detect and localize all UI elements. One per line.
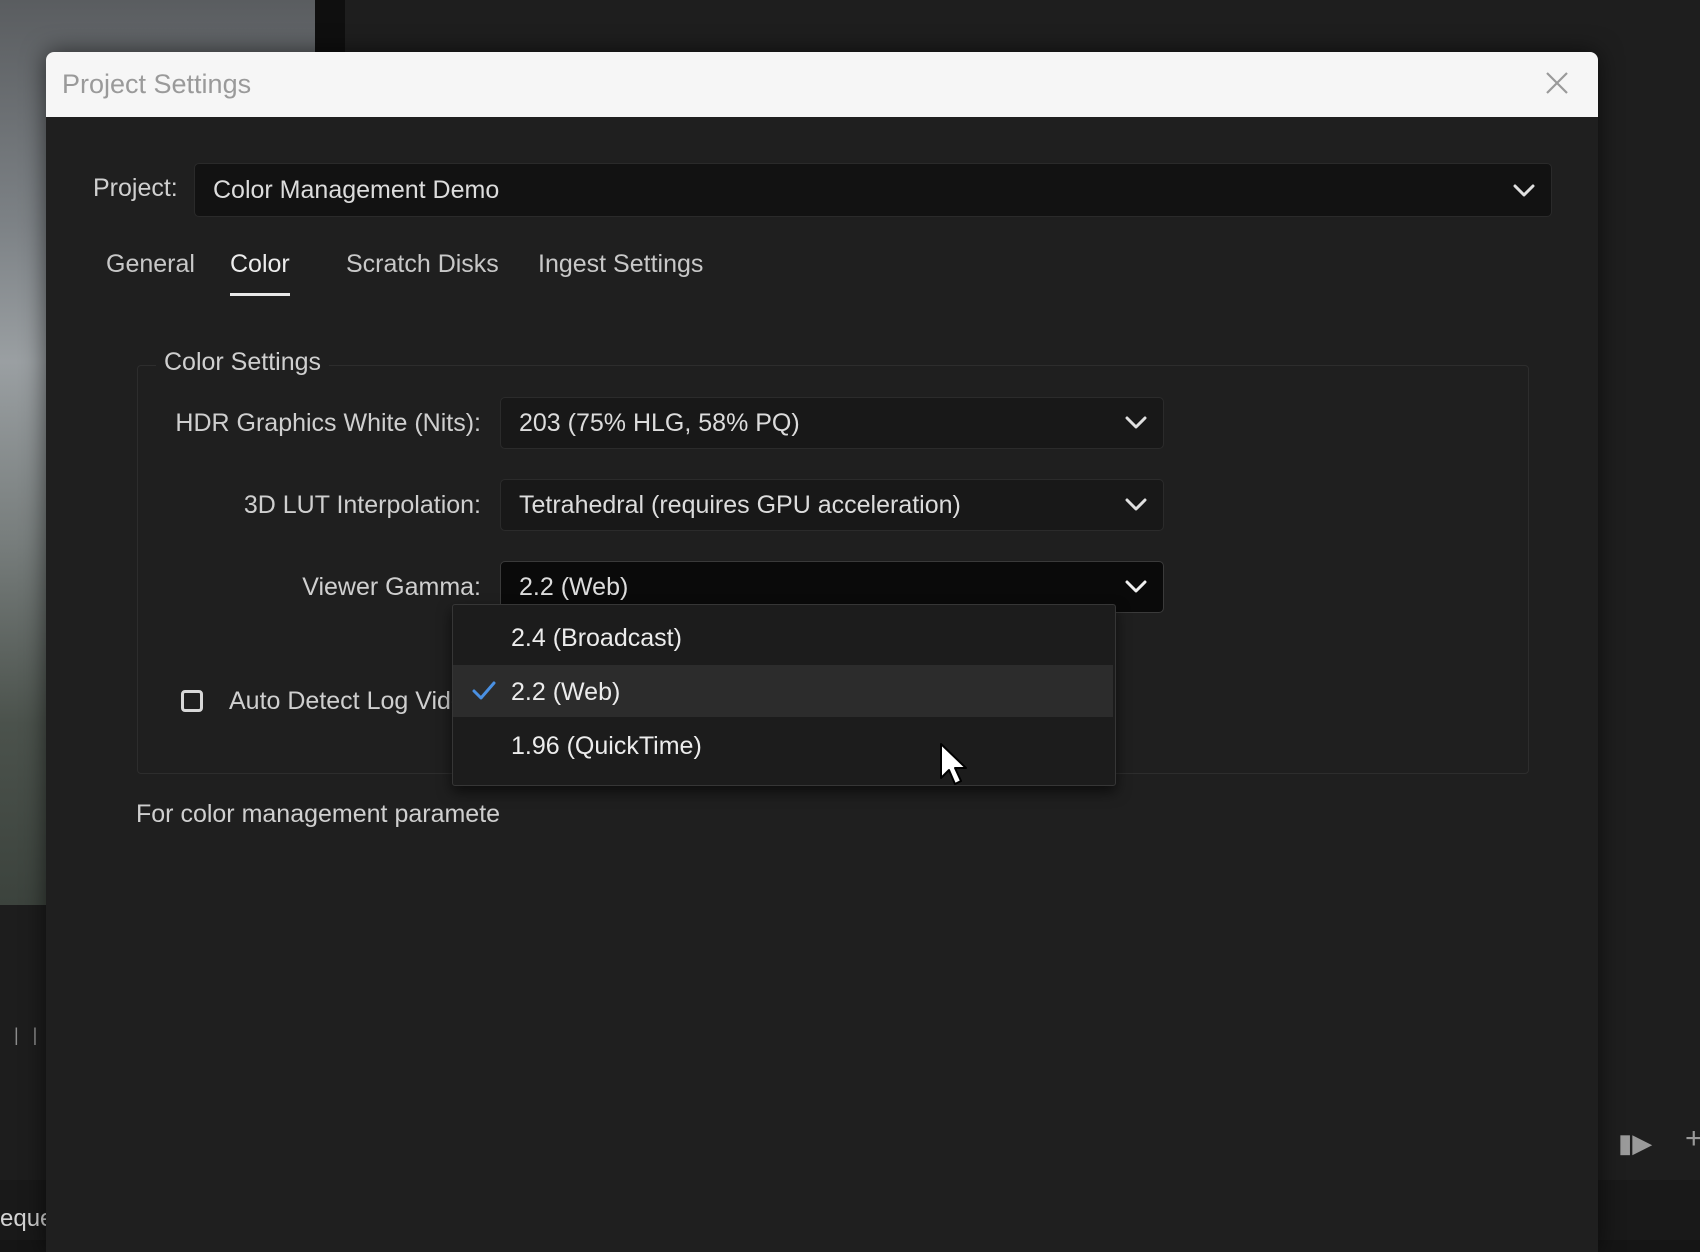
menu-item-quicktime[interactable]: 1.96 (QuickTime) xyxy=(453,719,1113,771)
lut-interpolation-dropdown[interactable]: Tetrahedral (requires GPU acceleration) xyxy=(500,479,1164,531)
viewer-gamma-menu: 2.4 (Broadcast) 2.2 (Web) 1.96 (QuickTim… xyxy=(452,604,1116,786)
tab-general-label: General xyxy=(106,250,195,278)
menu-item-label: 1.96 (QuickTime) xyxy=(511,732,702,760)
color-management-note: For color management paramete xyxy=(136,800,501,828)
step-forward-icon[interactable]: ▮▶ xyxy=(1618,1128,1652,1159)
close-button[interactable] xyxy=(1540,66,1574,100)
chevron-down-icon xyxy=(1125,416,1147,429)
viewer-gamma-value: 2.2 (Web) xyxy=(519,573,629,601)
auto-detect-log-checkbox[interactable] xyxy=(181,690,203,712)
hdr-white-dropdown[interactable]: 203 (75% HLG, 58% PQ) xyxy=(500,397,1164,449)
chevron-down-icon xyxy=(1125,498,1147,511)
viewer-gamma-label: Viewer Gamma: xyxy=(302,573,481,601)
color-settings-legend: Color Settings xyxy=(156,348,330,377)
dialog-titlebar: Project Settings xyxy=(46,52,1598,117)
lut-interpolation-value: Tetrahedral (requires GPU acceleration) xyxy=(519,491,961,519)
add-icon[interactable]: + xyxy=(1685,1122,1700,1156)
mouse-pointer-icon xyxy=(940,743,967,785)
tab-color-label: Color xyxy=(230,250,290,278)
hdr-white-label: HDR Graphics White (Nits): xyxy=(175,409,481,437)
tab-ingest-settings-label: Ingest Settings xyxy=(538,250,704,278)
tab-scratch-disks[interactable]: Scratch Disks xyxy=(346,250,499,279)
project-dropdown[interactable]: Color Management Demo xyxy=(194,163,1552,217)
menu-item-web[interactable]: 2.2 (Web) xyxy=(453,665,1113,717)
project-dropdown-value: Color Management Demo xyxy=(213,176,500,204)
close-icon xyxy=(1546,72,1568,94)
active-tab-indicator xyxy=(230,293,290,296)
tab-scratch-disks-label: Scratch Disks xyxy=(346,250,499,278)
checkmark-icon xyxy=(472,681,496,700)
hdr-white-value: 203 (75% HLG, 58% PQ) xyxy=(519,409,800,437)
tab-color[interactable]: Color xyxy=(230,250,290,296)
menu-item-broadcast[interactable]: 2.4 (Broadcast) xyxy=(453,611,1113,663)
tab-ingest-settings[interactable]: Ingest Settings xyxy=(538,250,703,279)
project-label: Project: xyxy=(93,174,178,202)
tab-general[interactable]: General xyxy=(106,250,195,279)
dialog-title: Project Settings xyxy=(62,69,252,99)
chevron-down-icon xyxy=(1125,580,1147,593)
menu-item-label: 2.2 (Web) xyxy=(511,678,621,706)
lut-interpolation-label: 3D LUT Interpolation: xyxy=(243,491,481,519)
menu-item-label: 2.4 (Broadcast) xyxy=(511,624,682,652)
chevron-down-icon xyxy=(1513,184,1535,197)
